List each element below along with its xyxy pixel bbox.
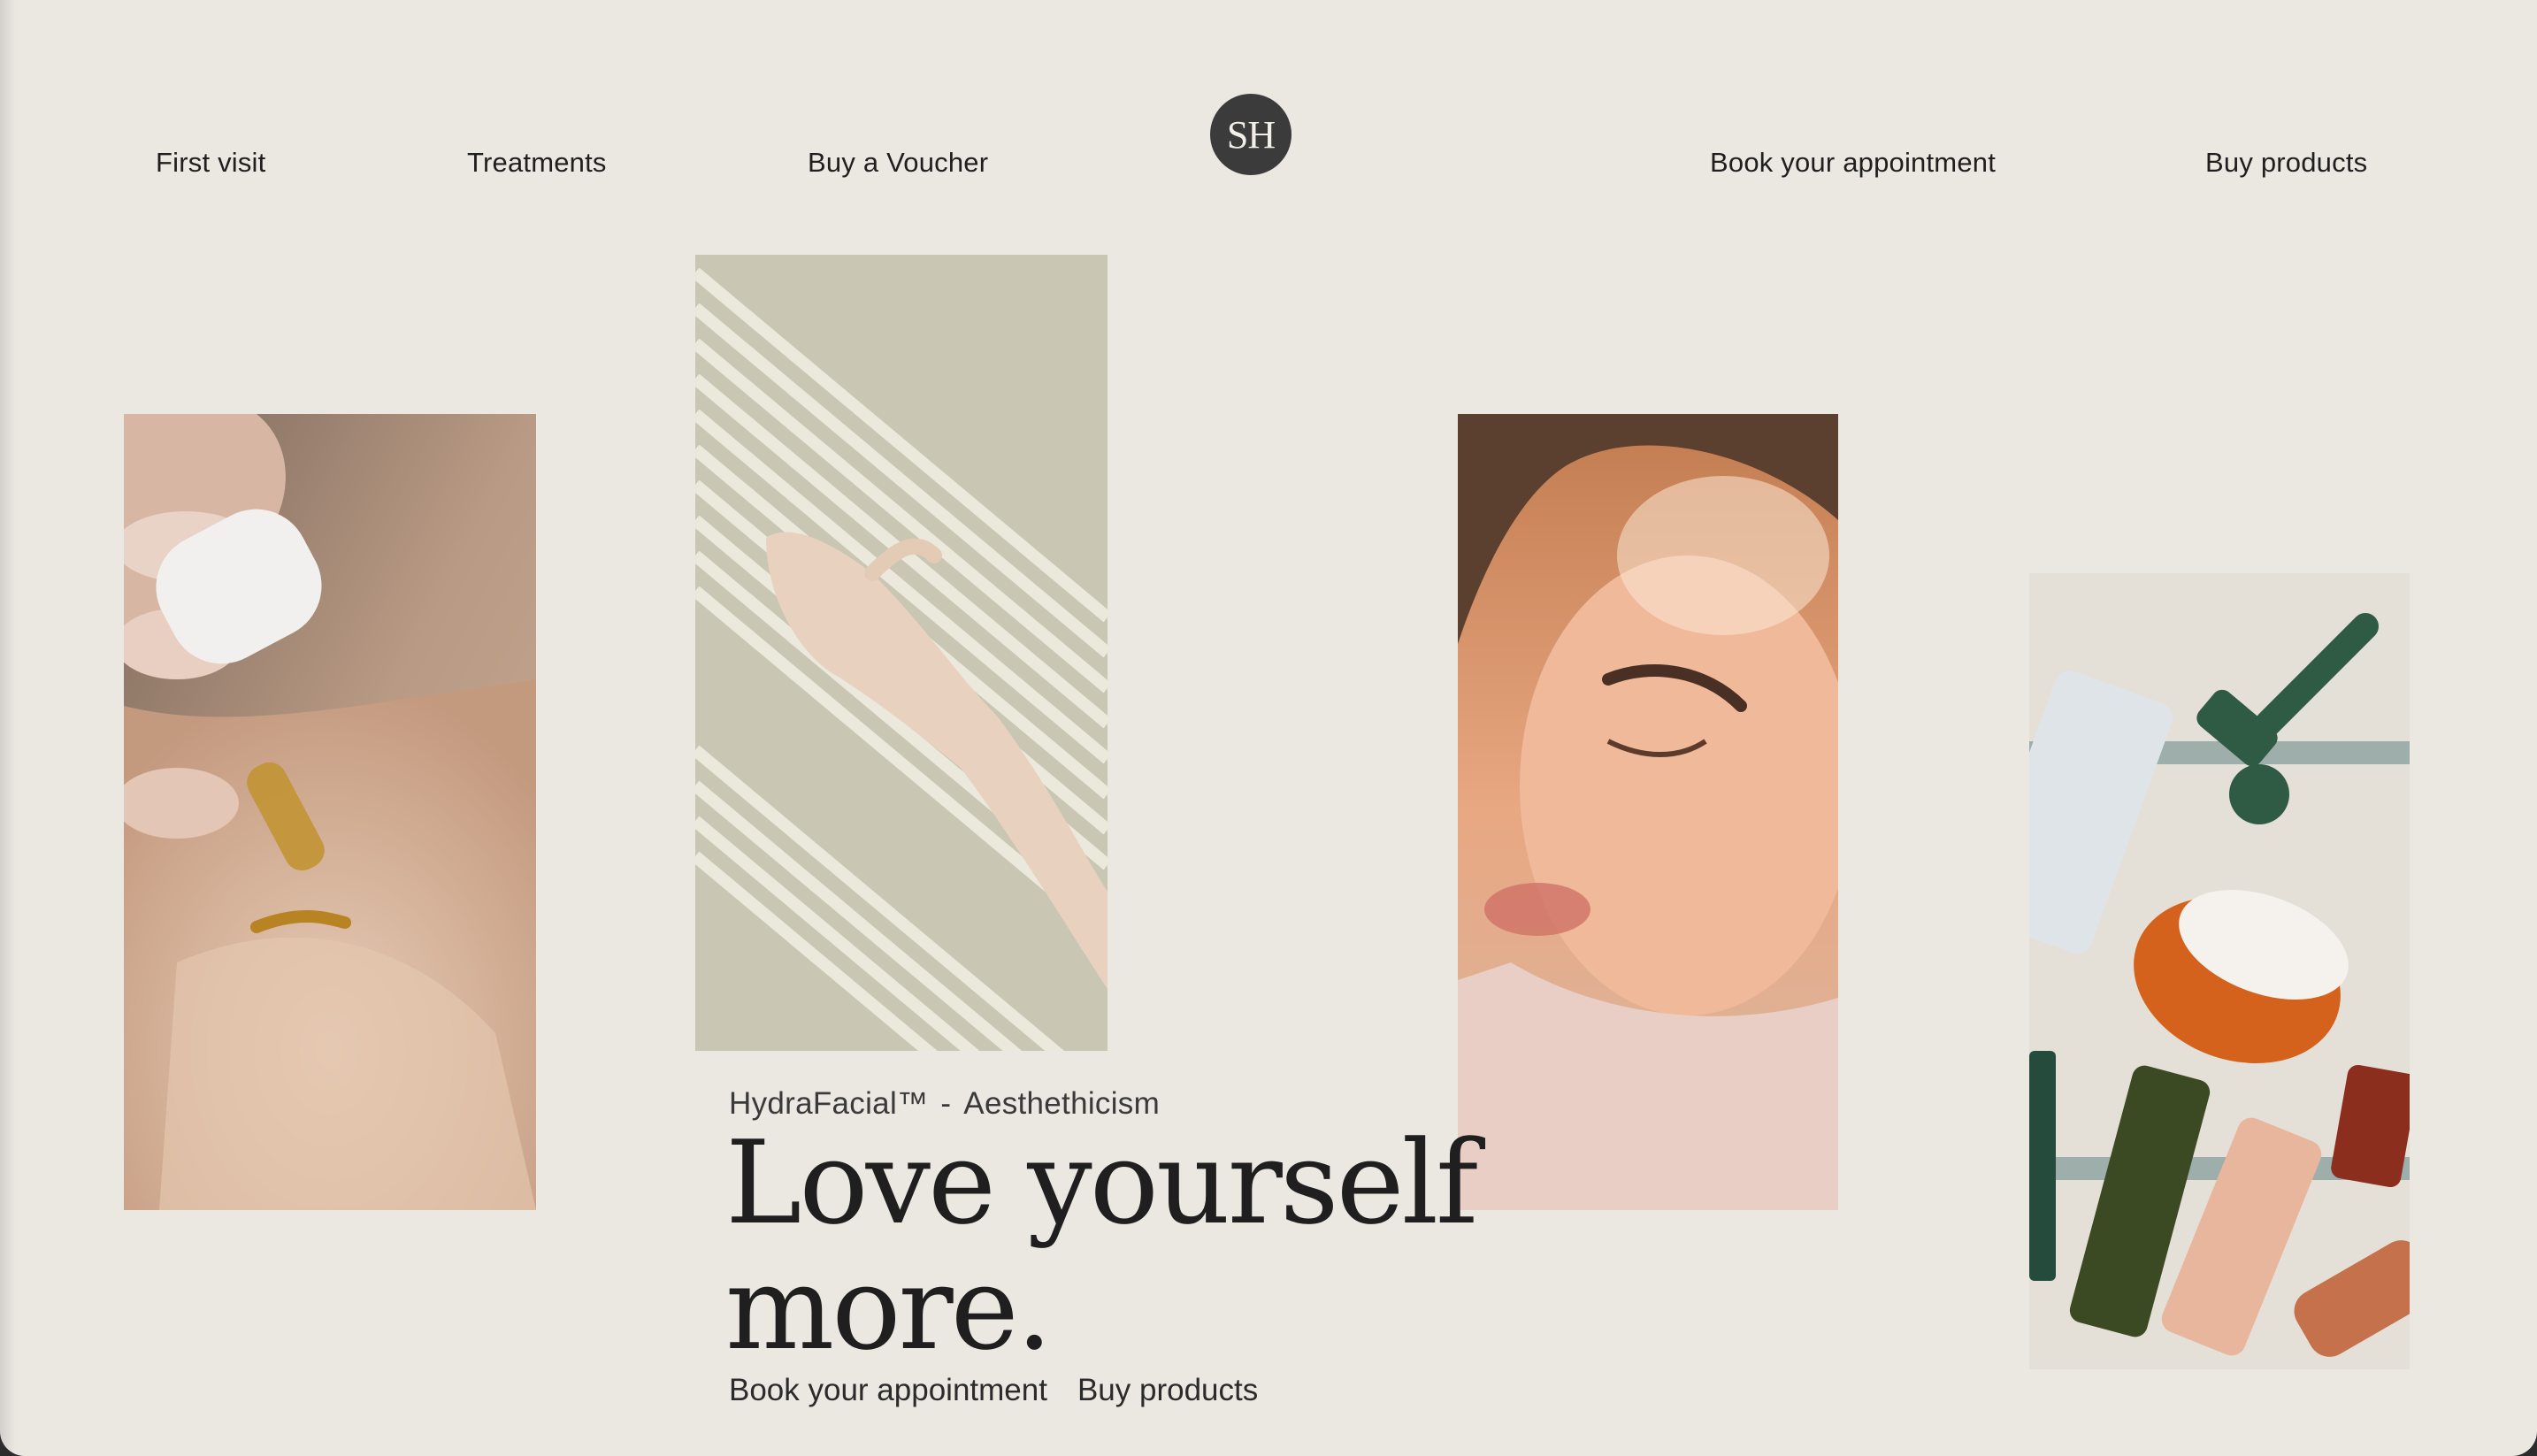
nav-book-appointment[interactable]: Book your appointment (1710, 147, 1996, 179)
dropper-serum-photo (124, 414, 536, 1210)
brand-logo[interactable]: SH (1210, 94, 1291, 175)
hero-book-appointment-link[interactable]: Book your appointment (729, 1373, 1047, 1407)
hand-light-stripes-photo (695, 255, 1108, 1051)
hero-links: Book your appointment Buy products (729, 1373, 1288, 1408)
nav-buy-products[interactable]: Buy products (2205, 147, 2367, 179)
nav-treatments[interactable]: Treatments (467, 147, 607, 179)
landing-page: First visit Treatments Buy a Voucher Boo… (0, 0, 2537, 1456)
headline-line-1: Love yourself (725, 1115, 1478, 1250)
nav-buy-voucher[interactable]: Buy a Voucher (808, 147, 988, 179)
hero-buy-products-link[interactable]: Buy products (1077, 1373, 1258, 1407)
nav-first-visit[interactable]: First visit (156, 147, 265, 179)
face-sunlight-photo (1458, 414, 1838, 1210)
hero-headline: Love yourself more. (725, 1120, 1478, 1371)
headline-line-2: more. (725, 1241, 1053, 1376)
window-edge-shadow (0, 0, 16, 1456)
skincare-flatlay-photo (2029, 573, 2410, 1369)
